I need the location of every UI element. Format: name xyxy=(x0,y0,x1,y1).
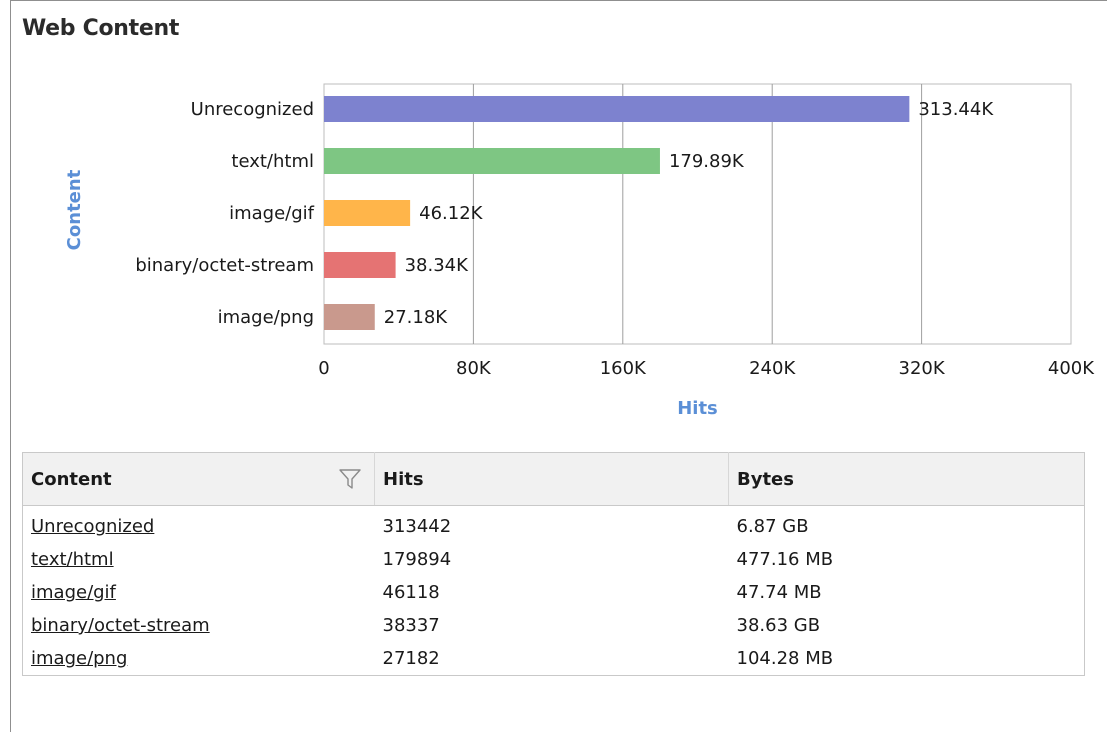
table-row: image/gif 46118 47.74 MB xyxy=(23,576,1085,609)
bytes-cell: 104.28 MB xyxy=(736,648,834,669)
column-header-content-label: Content xyxy=(31,468,112,490)
category-label: binary/octet-stream xyxy=(135,255,314,276)
hits-bar-chart: 0 80K 160K 240K 320K 400K Unrecognized 313.44K t… xyxy=(64,83,1095,419)
content-link-unrecognized[interactable]: Unrecognized xyxy=(31,516,154,537)
data-label: 313.44K xyxy=(918,99,994,120)
x-tick-label: 80K xyxy=(456,358,492,379)
content-link-binary-octet-stream[interactable]: binary/octet-stream xyxy=(31,615,210,636)
table-header-row: Content Hits Bytes xyxy=(22,452,1085,506)
bar xyxy=(324,148,660,174)
hits-cell: 27182 xyxy=(382,648,440,669)
data-label: 38.34K xyxy=(405,255,470,276)
data-label: 179.89K xyxy=(669,151,745,172)
x-tick-label: 0 xyxy=(318,358,329,379)
content-link-image-gif[interactable]: image/gif xyxy=(31,582,116,603)
column-header-bytes[interactable]: Bytes xyxy=(728,452,1085,506)
bar xyxy=(324,304,375,330)
bar xyxy=(324,252,396,278)
x-tick-label: 400K xyxy=(1048,358,1095,379)
bytes-cell: 6.87 GB xyxy=(736,516,809,537)
category-label: Unrecognized xyxy=(191,99,314,120)
column-header-hits[interactable]: Hits xyxy=(374,452,729,506)
bar xyxy=(324,200,411,226)
filter-icon[interactable] xyxy=(338,467,362,491)
data-label: 27.18K xyxy=(384,307,449,328)
web-content-table: Content Hits Bytes Unrecognized 313442 6… xyxy=(22,452,1085,676)
table-row: text/html 179894 477.16 MB xyxy=(23,543,1085,576)
column-header-content[interactable]: Content xyxy=(22,452,375,506)
table-row: Unrecognized 313442 6.87 GB xyxy=(23,506,1085,544)
category-label: image/gif xyxy=(229,203,315,224)
x-axis-title: Hits xyxy=(677,398,718,419)
bar xyxy=(324,96,910,122)
hits-cell: 179894 xyxy=(382,549,452,570)
hits-cell: 46118 xyxy=(382,582,440,603)
hits-cell: 313442 xyxy=(382,516,452,537)
hits-cell: 38337 xyxy=(382,615,440,636)
y-axis-title: Content xyxy=(64,169,85,250)
x-tick-label: 240K xyxy=(749,358,796,379)
category-label: text/html xyxy=(231,151,314,172)
bytes-cell: 477.16 MB xyxy=(736,549,834,570)
data-label: 46.12K xyxy=(419,203,484,224)
bytes-cell: 38.63 GB xyxy=(736,615,821,636)
x-tick-label: 320K xyxy=(899,358,946,379)
category-label: image/png xyxy=(218,307,314,328)
content-link-text-html[interactable]: text/html xyxy=(31,549,114,570)
bytes-cell: 47.74 MB xyxy=(736,582,822,603)
table-row: image/png 27182 104.28 MB xyxy=(23,642,1085,676)
x-tick-label: 160K xyxy=(600,358,647,379)
content-link-image-png[interactable]: image/png xyxy=(31,648,127,669)
table-row: binary/octet-stream 38337 38.63 GB xyxy=(23,609,1085,642)
